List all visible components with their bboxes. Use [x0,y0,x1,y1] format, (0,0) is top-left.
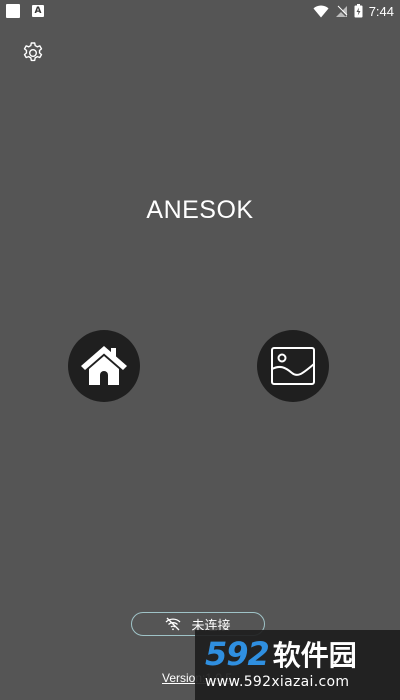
status-bar: A 7:44 [0,0,400,22]
wifi-icon [313,5,329,17]
status-time: 7:44 [368,3,394,19]
signal-off-icon [335,5,348,17]
notification-a-icon: A [32,5,44,17]
watermark: 592 软件园 www.592xiazai.com [195,630,400,700]
app-title: ANESOK [146,196,254,224]
battery-charging-icon [354,4,363,18]
image-icon [271,347,315,385]
home-button[interactable] [68,330,140,402]
notification-icon [6,4,20,18]
watermark-logo: 592 软件园 [205,638,394,670]
watermark-name: 软件园 [272,639,357,672]
gear-icon [23,42,43,62]
watermark-number: 592 [205,635,270,673]
gallery-button[interactable] [257,330,329,402]
wifi-off-icon [166,617,181,631]
home-icon [81,346,127,385]
settings-button[interactable] [20,40,46,66]
status-indicators: 7:44 [313,4,394,19]
watermark-url: www.592xiazai.com [205,674,350,690]
status-notifications: A [6,4,44,18]
